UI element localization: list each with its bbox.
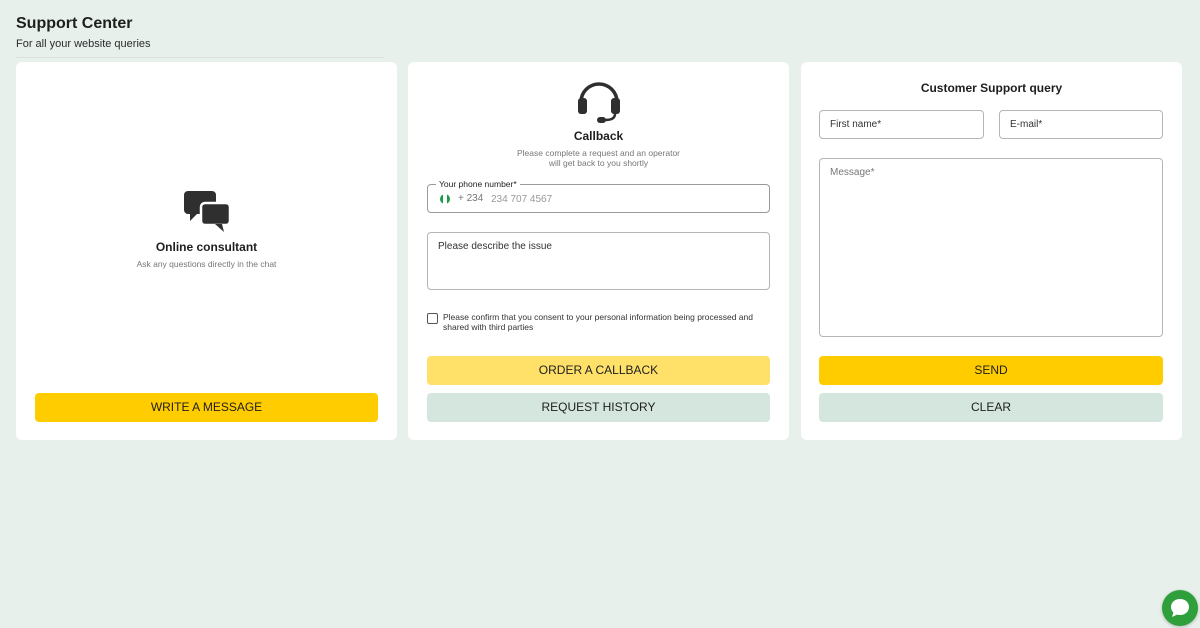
page-title: Support Center (16, 15, 133, 32)
issue-description-input[interactable] (427, 232, 770, 290)
send-button[interactable]: SEND (819, 356, 1163, 385)
order-callback-button[interactable]: ORDER A CALLBACK (427, 356, 770, 385)
chat-bubble-icon (1171, 599, 1189, 617)
callback-title: Callback (573, 129, 624, 143)
page-header: Support Center For all your website quer… (16, 14, 384, 58)
consultant-title: Online consultant (155, 240, 258, 254)
consent-checkbox[interactable] (427, 313, 438, 324)
callback-description: Please complete a request and an operato… (516, 148, 681, 168)
phone-label: Your phone number* (436, 178, 520, 190)
online-consultant-card: Online consultant Ask any questions dire… (16, 62, 397, 440)
request-history-button[interactable]: REQUEST HISTORY (427, 393, 770, 422)
message-input[interactable] (819, 158, 1163, 337)
email-input[interactable] (999, 110, 1163, 139)
query-title: Customer Support query (920, 81, 1063, 95)
consultant-description: Ask any questions directly in the chat (136, 259, 277, 269)
chat-bubbles-icon (16, 190, 397, 236)
nigeria-flag-icon (440, 194, 450, 204)
chat-widget-button[interactable] (1162, 590, 1198, 626)
support-query-card: Customer Support query SEND CLEAR (801, 62, 1182, 440)
clear-button[interactable]: CLEAR (819, 393, 1163, 422)
headset-icon (408, 78, 789, 124)
consent-text: Please confirm that you consent to your … (443, 312, 753, 332)
phone-field[interactable]: Your phone number* + 234 (427, 178, 770, 213)
dial-code: + 234 (458, 193, 484, 204)
callback-card: Callback Please complete a request and a… (408, 62, 789, 440)
first-name-input[interactable] (819, 110, 984, 139)
consent-checkbox-row[interactable]: Please confirm that you consent to your … (427, 312, 772, 332)
page-subtitle: For all your website queries (16, 38, 151, 50)
write-message-button[interactable]: WRITE A MESSAGE (35, 393, 378, 422)
phone-input[interactable] (491, 191, 741, 207)
